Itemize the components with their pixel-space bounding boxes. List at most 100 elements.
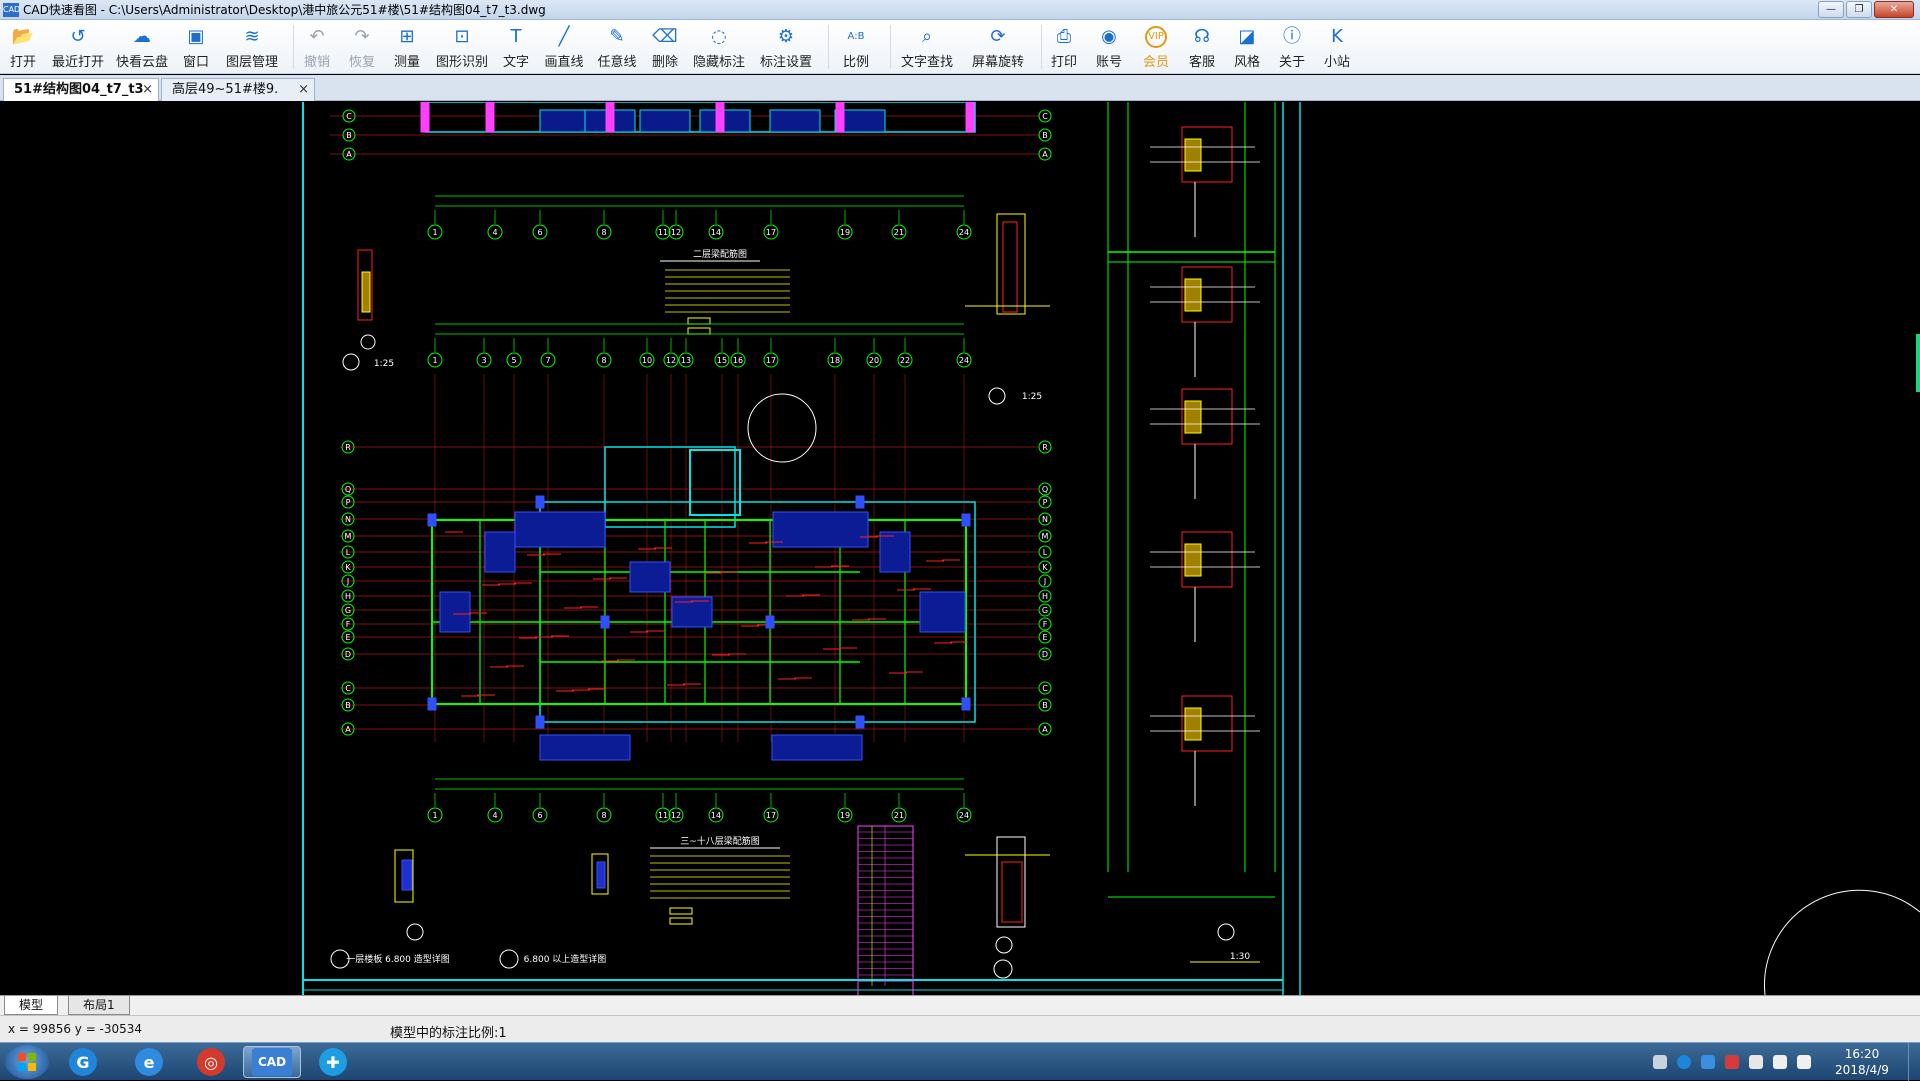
undo-icon: ↶ xyxy=(309,26,325,47)
network-icon[interactable] xyxy=(1773,1055,1787,1069)
axis-side-label: F xyxy=(346,620,351,629)
toolbar-button-23[interactable]: ◪ 风格 xyxy=(1228,20,1266,74)
start-button[interactable] xyxy=(5,1045,49,1079)
toolbar-button-21[interactable]: VIP 会员 xyxy=(1136,20,1176,74)
toolbar-separator xyxy=(890,25,891,69)
toolbar-label: 小站 xyxy=(1323,55,1350,70)
toolbar-button-10[interactable]: T 文字 xyxy=(498,20,534,74)
scroll-indicator[interactable] xyxy=(1916,334,1920,392)
window-icon: ▣ xyxy=(187,26,205,47)
cloud-icon: ☁ xyxy=(133,26,151,47)
close-button[interactable]: ✕ xyxy=(1874,1,1914,18)
detail-bubble xyxy=(342,353,360,371)
toolbar-separator xyxy=(293,25,294,69)
slab-hatch xyxy=(539,109,591,133)
toolbar-label: 会员 xyxy=(1142,55,1169,70)
toolbar-button-22[interactable]: ☊ 客服 xyxy=(1183,20,1221,74)
toolbar-button-24[interactable]: ⓘ 关于 xyxy=(1273,20,1311,74)
toolbar-label: 恢复 xyxy=(348,55,375,70)
freehand-icon: ✎ xyxy=(609,26,625,47)
tab-close-icon[interactable]: × xyxy=(298,79,309,100)
toolbar-button-25[interactable]: K 小站 xyxy=(1318,20,1356,74)
cad-arc xyxy=(1764,889,1920,995)
layout-tabs: 模型 布局1 xyxy=(0,995,1920,1015)
toolbar-button-15[interactable]: ⚙ 标注设置 xyxy=(755,20,817,74)
detail-bubble xyxy=(499,949,519,969)
gbrowser-tray-icon[interactable] xyxy=(1677,1055,1691,1069)
volume-icon[interactable] xyxy=(1797,1055,1811,1069)
axis-side-label: N xyxy=(1042,515,1048,524)
wall-hatch xyxy=(1184,400,1202,434)
tab-51-structure[interactable]: 51#结构图04_t7_t3 × xyxy=(3,78,159,101)
toolbar-button-18[interactable]: ⟳ 屏幕旋转 xyxy=(966,20,1030,74)
toolbar-button-19[interactable]: ⎙ 打印 xyxy=(1046,20,1082,74)
taskbar-remote-tool[interactable]: ✚ xyxy=(304,1046,362,1078)
toolbar-button-20[interactable]: ◉ 账号 xyxy=(1089,20,1129,74)
toolbar-button-13[interactable]: ⌫ 删除 xyxy=(647,20,683,74)
taskbar-ie[interactable]: e xyxy=(120,1046,178,1078)
column xyxy=(535,495,545,509)
toolbar-label: 风格 xyxy=(1233,55,1260,70)
axis-side-label: A xyxy=(345,725,351,734)
clock[interactable]: 16:20 2018/4/9 xyxy=(1822,1046,1902,1078)
axis-side-label: B xyxy=(1042,701,1048,710)
tab-close-icon[interactable]: × xyxy=(142,79,153,100)
axis-side-label: Q xyxy=(345,485,351,494)
column xyxy=(765,615,775,629)
tab-layout1[interactable]: 布局1 xyxy=(68,996,130,1015)
toolbar-button-16[interactable]: A:B 比例 xyxy=(833,20,879,74)
text-icon: T xyxy=(510,26,522,47)
minimize-button[interactable]: — xyxy=(1818,1,1844,18)
taskbar-chrome[interactable]: ◎ xyxy=(182,1046,240,1078)
axis-mid-label: 17 xyxy=(766,356,776,365)
axis-side-label: A xyxy=(1042,150,1048,159)
folder-open-icon: 📂 xyxy=(11,26,35,47)
detail-scale: 1:25 xyxy=(1022,392,1042,402)
column xyxy=(605,102,615,133)
axis-side-label: K xyxy=(1042,563,1048,572)
toolbar-button-4[interactable]: ▣ 窗口 xyxy=(177,20,215,74)
tab-highrise[interactable]: 高层49~51#楼9. 22_t3 × xyxy=(161,78,315,118)
maximize-button[interactable]: ❐ xyxy=(1846,1,1872,18)
tab-model[interactable]: 模型 xyxy=(4,996,59,1015)
toolbar-button-5[interactable]: ≋ 图层管理 xyxy=(222,20,282,74)
toolbar-button-8[interactable]: ⊞ 测量 xyxy=(388,20,426,74)
shield-icon[interactable] xyxy=(1701,1055,1715,1069)
toolbar-button-12[interactable]: ✎ 任意线 xyxy=(594,20,640,74)
toolbar-button-3[interactable]: ☁ 快看云盘 xyxy=(114,20,170,74)
action-center-icon[interactable] xyxy=(1749,1055,1763,1069)
annotation-scale-note: 模型中的标注比例:1 xyxy=(390,1026,507,1041)
toolbar-button-14[interactable]: ◌ 隐藏标注 xyxy=(690,20,748,74)
show-desktop-button[interactable] xyxy=(1908,1043,1920,1081)
toolbar-label: 画直线 xyxy=(544,55,584,70)
toolbar-label: 删除 xyxy=(651,55,678,70)
legend-swatch xyxy=(687,317,711,325)
axis-side-label: H xyxy=(345,592,351,601)
taskbar-cad-viewer[interactable]: CAD xyxy=(243,1046,301,1078)
toolbar-button-9[interactable]: ⊡ 图形识别 xyxy=(433,20,491,74)
toolbar-button-2[interactable]: ↺ 最近打开 xyxy=(49,20,107,74)
security-app-icon[interactable] xyxy=(1725,1055,1739,1069)
cad-drawing[interactable]: 1 4 6 8 11 12 14 17 19 21 24C CB BA A二层梁配筋图1:251:251 3… xyxy=(0,102,1920,995)
toolbar-button-1[interactable]: 📂 打开 xyxy=(4,20,42,74)
window-title: CAD快速看图 - C:\Users\Administrator\Desktop… xyxy=(23,3,546,17)
axis-bottom-label: 6 xyxy=(537,811,542,820)
axis-bottom-label: 11 xyxy=(658,811,668,820)
drawing-canvas[interactable]: 1 4 6 8 11 12 14 17 19 21 24 C C B B A A 二层梁配筋图 1:25 1:25 1 3… xyxy=(0,102,1920,995)
slab-hatch xyxy=(772,511,869,548)
toolbar-button-7[interactable]: ↷ 恢复 xyxy=(343,20,381,74)
legend-swatch xyxy=(687,327,711,335)
axis-side-label: N xyxy=(345,515,351,524)
axis-top-label: 19 xyxy=(840,228,850,237)
keyboard-icon[interactable] xyxy=(1653,1055,1667,1069)
detail-bubble xyxy=(406,923,424,941)
toolbar-button-6[interactable]: ↶ 撤销 xyxy=(298,20,336,74)
axis-side-label: H xyxy=(1042,592,1048,601)
toolbar-button-17[interactable]: ⌕ 文字查找 xyxy=(895,20,959,74)
clock-date: 2018/4/9 xyxy=(1835,1063,1889,1077)
column xyxy=(855,715,865,729)
taskbar-gbrowser[interactable]: G xyxy=(54,1046,112,1078)
axis-bottom-label: 12 xyxy=(671,811,681,820)
toolbar-button-11[interactable]: ╱ 画直线 xyxy=(541,20,587,74)
axis-side-label: C xyxy=(1042,112,1048,121)
